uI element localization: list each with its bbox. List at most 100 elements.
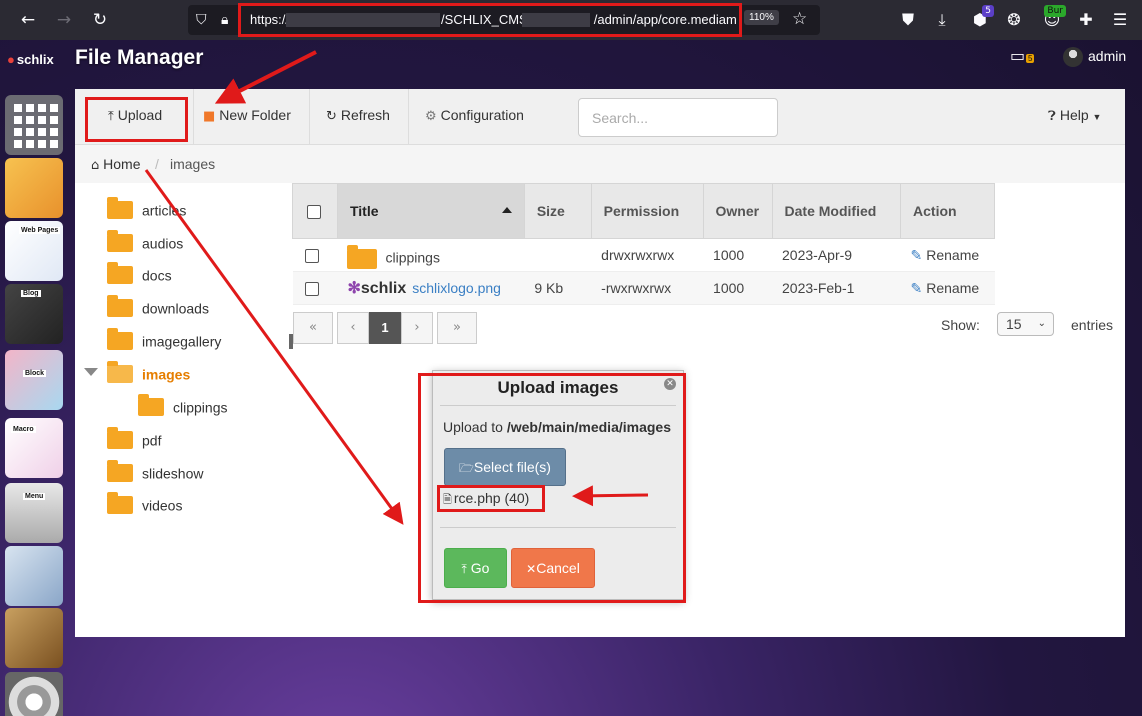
help-dropdown[interactable]: ❓︎ Help ▼ <box>1048 107 1101 124</box>
column-header-title[interactable]: Title <box>336 183 525 239</box>
gear-icon: ⚙ <box>425 109 437 124</box>
new-folder-button[interactable]: ■ New Folder <box>203 107 291 124</box>
shield-icon[interactable]: ⛉ <box>196 11 207 29</box>
next-page-button[interactable]: › <box>401 312 433 344</box>
pocket-icon[interactable]: ⛊ <box>896 8 920 32</box>
refresh-button[interactable]: ↻ Refresh <box>326 107 390 124</box>
cookie-icon[interactable]: ❂ <box>1002 8 1026 32</box>
breadcrumb: ⌂ Home / images <box>75 145 1125 183</box>
dialog-annotation-box <box>418 373 686 603</box>
tree-item-imagegallery[interactable]: imagegallery <box>107 328 221 356</box>
rename-link[interactable]: ✎ Rename <box>900 238 995 272</box>
monitor-icon[interactable]: ▭ <box>1010 46 1025 65</box>
chevron-down-icon: ⌄ <box>1037 318 1046 329</box>
tree-expand-caret-icon[interactable] <box>84 368 98 376</box>
hamburger-menu-icon[interactable]: ☰ <box>1108 8 1132 32</box>
settings-gear-icon[interactable] <box>5 672 63 716</box>
folder-icon <box>107 492 133 515</box>
breadcrumb-home[interactable]: ⌂ Home <box>91 156 141 173</box>
extension-badge-icon[interactable]: ⬢ 5 <box>968 5 994 32</box>
row-checkbox[interactable] <box>292 238 338 272</box>
tree-item-pdf[interactable]: pdf <box>107 427 161 455</box>
row-title[interactable]: clippings <box>337 238 525 272</box>
monitor-badge: 5 <box>1026 54 1035 63</box>
extension-count-badge: 5 <box>982 5 994 17</box>
configuration-button[interactable]: ⚙ Configuration <box>425 107 524 124</box>
tree-item-clippings[interactable]: clippings <box>138 394 227 422</box>
folder-icon <box>347 245 378 269</box>
row-owner: 1000 <box>703 238 773 272</box>
lock-icon[interactable]: 🔒︎ <box>221 11 228 29</box>
entries-label: entries <box>1071 317 1114 333</box>
users-app-icon[interactable] <box>5 546 63 606</box>
row-date-modified: 2023-Feb-1 <box>772 271 901 305</box>
web-pages-app-icon[interactable]: Web Pages <box>5 221 63 281</box>
help-circle-icon: ❓︎ <box>1048 109 1056 124</box>
file-manager-app-icon[interactable] <box>5 158 63 218</box>
file-table: Title Size Permission Owner Date Modifie… <box>292 183 995 305</box>
row-permission: drwxrwxrwx <box>591 238 704 272</box>
table-row[interactable]: ✻schlix schlixlogo.png 9 Kb -rwxrwxrwx 10… <box>292 271 995 305</box>
page-1-button[interactable]: 1 <box>369 312 401 344</box>
tools-app-icon[interactable] <box>5 608 63 668</box>
bookmark-star-icon[interactable]: ☆ <box>792 9 807 29</box>
show-label: Show: <box>941 317 980 333</box>
apps-grid-icon[interactable] <box>5 95 63 155</box>
row-checkbox[interactable] <box>292 271 338 305</box>
tree-item-audios[interactable]: audios <box>107 230 183 258</box>
edit-icon: ✎ <box>910 280 923 297</box>
row-permission: -rwxrwxrwx <box>591 271 704 305</box>
reload-icon[interactable]: ↻ <box>88 8 112 32</box>
folder-icon <box>107 460 133 483</box>
burp-extension-icon[interactable]: ☺ Bur <box>1040 5 1066 32</box>
folder-icon <box>107 328 133 351</box>
folder-icon <box>107 295 133 318</box>
tree-item-downloads[interactable]: downloads <box>107 295 209 323</box>
row-title[interactable]: ✻schlix schlixlogo.png <box>337 271 525 305</box>
column-header-size[interactable]: Size <box>523 183 592 239</box>
menu-app-icon[interactable]: Menu <box>5 483 63 543</box>
tree-item-videos[interactable]: videos <box>107 492 182 520</box>
column-header-owner[interactable]: Owner <box>702 183 773 239</box>
select-all-checkbox[interactable] <box>292 183 338 239</box>
last-page-button[interactable]: » <box>437 312 477 344</box>
forward-arrow-icon[interactable]: → <box>52 8 76 32</box>
tree-item-images[interactable]: images <box>107 361 190 389</box>
prev-page-button[interactable]: ‹ <box>337 312 369 344</box>
rename-link[interactable]: ✎ Rename <box>900 271 995 305</box>
breadcrumb-current: images <box>170 156 216 172</box>
tree-item-articles[interactable]: articles <box>107 197 186 225</box>
toolbar: ⤒ Upload ■ New Folder ↻ Refresh ⚙ Configurat… <box>75 89 1125 145</box>
table-row[interactable]: clippings drwxrwxrwx 1000 2023-Apr-9 ✎ Re… <box>292 238 995 272</box>
column-header-action: Action <box>900 183 995 239</box>
zoom-level-badge[interactable]: 110% <box>744 10 779 25</box>
column-header-permission[interactable]: Permission <box>590 183 704 239</box>
first-page-button[interactable]: « <box>293 312 333 344</box>
row-owner: 1000 <box>703 271 773 305</box>
tree-item-slideshow[interactable]: slideshow <box>107 460 203 488</box>
blog-app-icon[interactable]: Blog <box>5 284 63 344</box>
app-logo[interactable]: ● schlix <box>7 52 54 67</box>
search-input[interactable] <box>578 98 778 137</box>
sort-asc-icon <box>501 207 512 213</box>
upload-annotation-box <box>85 97 188 142</box>
folder-plus-icon: ■ <box>203 109 216 124</box>
puzzle-extensions-icon[interactable]: ✚ <box>1074 8 1098 32</box>
folder-open-icon <box>107 361 133 384</box>
row-date-modified: 2023-Apr-9 <box>772 238 901 272</box>
tree-item-docs[interactable]: docs <box>107 262 172 290</box>
burp-badge: Bur <box>1044 5 1066 17</box>
app-dock: Web Pages Blog Block Macro Menu <box>5 90 63 716</box>
column-header-date-modified[interactable]: Date Modified <box>771 183 902 239</box>
page-title: File Manager <box>75 46 204 69</box>
block-app-icon[interactable]: Block <box>5 350 63 410</box>
folder-tree: articles audios docs downloads imagegall… <box>75 183 290 523</box>
avatar[interactable] <box>1063 47 1083 67</box>
username-label[interactable]: admin <box>1088 48 1126 64</box>
back-arrow-icon[interactable]: ← <box>16 8 40 32</box>
download-icon[interactable]: ⤓ <box>930 8 954 32</box>
home-icon: ⌂ <box>91 158 100 173</box>
macro-app-icon[interactable]: Macro <box>5 418 63 478</box>
page-size-select[interactable]: 15 ⌄ <box>997 312 1054 336</box>
edit-icon: ✎ <box>910 247 923 264</box>
